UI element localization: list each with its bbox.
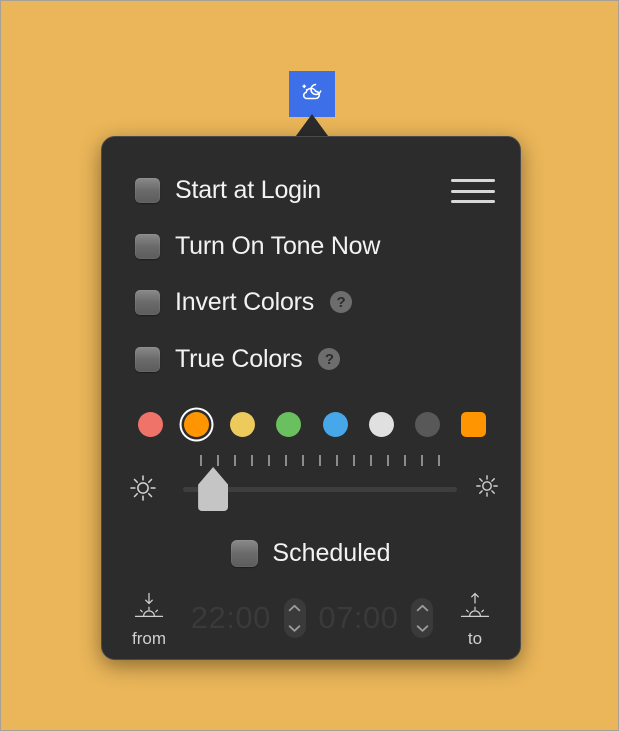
slider-tick xyxy=(336,455,338,466)
from-time-value[interactable]: 22:00 xyxy=(191,600,271,636)
color-swatch-green[interactable] xyxy=(276,412,302,437)
slider-tick xyxy=(319,455,321,466)
checkbox-true-colors[interactable] xyxy=(135,346,160,372)
to-caption: to xyxy=(467,628,483,648)
sun-small-icon xyxy=(128,473,158,508)
hamburger-menu-icon[interactable] xyxy=(451,175,495,207)
option-label-start-at-login: Start at Login xyxy=(175,175,321,204)
chevron-down-icon xyxy=(416,624,429,632)
color-swatch-red[interactable] xyxy=(138,412,163,437)
help-icon-invert-colors[interactable]: ? xyxy=(330,291,353,313)
hamburger-line-1 xyxy=(451,179,495,182)
slider-tick xyxy=(251,455,253,466)
help-icon-true-colors[interactable]: ? xyxy=(318,348,341,370)
option-row-turn-on-tone-now[interactable]: Turn On Tone Now xyxy=(135,229,380,263)
chevron-up-icon xyxy=(288,604,301,611)
option-label-invert-colors: Invert Colors xyxy=(175,287,315,316)
checkbox-start-at-login[interactable] xyxy=(135,177,160,203)
option-row-true-colors[interactable]: True Colors ? xyxy=(135,342,341,376)
sunrise-icon xyxy=(457,590,493,629)
scheduled-label: Scheduled xyxy=(272,539,391,567)
color-swatch-row xyxy=(138,412,486,437)
sunrise-to-marker[interactable]: to xyxy=(446,590,504,647)
from-caption: from xyxy=(132,628,166,648)
schedule-time-bar: from 22:00 07:00 to xyxy=(120,587,504,649)
scheduled-row[interactable]: Scheduled xyxy=(102,539,520,568)
to-time-value[interactable]: 07:00 xyxy=(318,600,398,636)
slider-tick-marks xyxy=(200,455,440,467)
color-swatch-custom[interactable] xyxy=(460,412,486,437)
option-row-start-at-login[interactable]: Start at Login xyxy=(135,173,321,207)
slider-tick xyxy=(353,455,355,466)
slider-tick xyxy=(370,455,372,466)
slider-tick xyxy=(387,455,389,466)
slider-tick xyxy=(302,455,304,466)
intensity-slider-area xyxy=(120,455,504,517)
chevron-down-icon xyxy=(288,624,301,632)
option-label-turn-on-tone-now: Turn On Tone Now xyxy=(175,231,381,260)
color-swatch-yellow[interactable] xyxy=(230,412,256,437)
sun-large-icon xyxy=(474,473,500,504)
cloud-moon-stars-icon xyxy=(296,76,328,113)
slider-tick xyxy=(404,455,406,466)
tone-settings-popover: Start at Login Turn On Tone Now Invert C… xyxy=(101,136,521,660)
color-swatch-orange[interactable] xyxy=(184,412,210,437)
chevron-up-icon xyxy=(416,604,429,611)
hamburger-line-2 xyxy=(451,189,495,193)
option-label-true-colors: True Colors xyxy=(175,344,303,373)
option-row-invert-colors[interactable]: Invert Colors ? xyxy=(135,285,353,319)
slider-tick xyxy=(200,455,202,466)
slider-tick xyxy=(234,455,236,466)
menubar-status-icon[interactable] xyxy=(289,71,335,117)
hamburger-line-3 xyxy=(451,200,495,203)
sunset-from-marker[interactable]: from xyxy=(120,590,178,647)
slider-tick xyxy=(285,455,287,466)
from-time-stepper[interactable] xyxy=(283,598,306,638)
color-swatch-blue[interactable] xyxy=(322,412,348,437)
sunset-icon xyxy=(131,590,167,629)
color-swatch-gray[interactable] xyxy=(414,412,440,437)
checkbox-invert-colors[interactable] xyxy=(135,289,160,315)
to-time-stepper[interactable] xyxy=(411,598,434,638)
slider-tick xyxy=(421,455,423,466)
checkbox-turn-on-tone-now[interactable] xyxy=(135,233,160,259)
intensity-slider-thumb[interactable] xyxy=(198,467,229,511)
slider-tick xyxy=(217,455,219,466)
checkbox-scheduled[interactable] xyxy=(231,540,259,567)
slider-tick xyxy=(438,455,440,466)
slider-tick xyxy=(268,455,270,466)
color-swatch-white[interactable] xyxy=(368,412,394,437)
